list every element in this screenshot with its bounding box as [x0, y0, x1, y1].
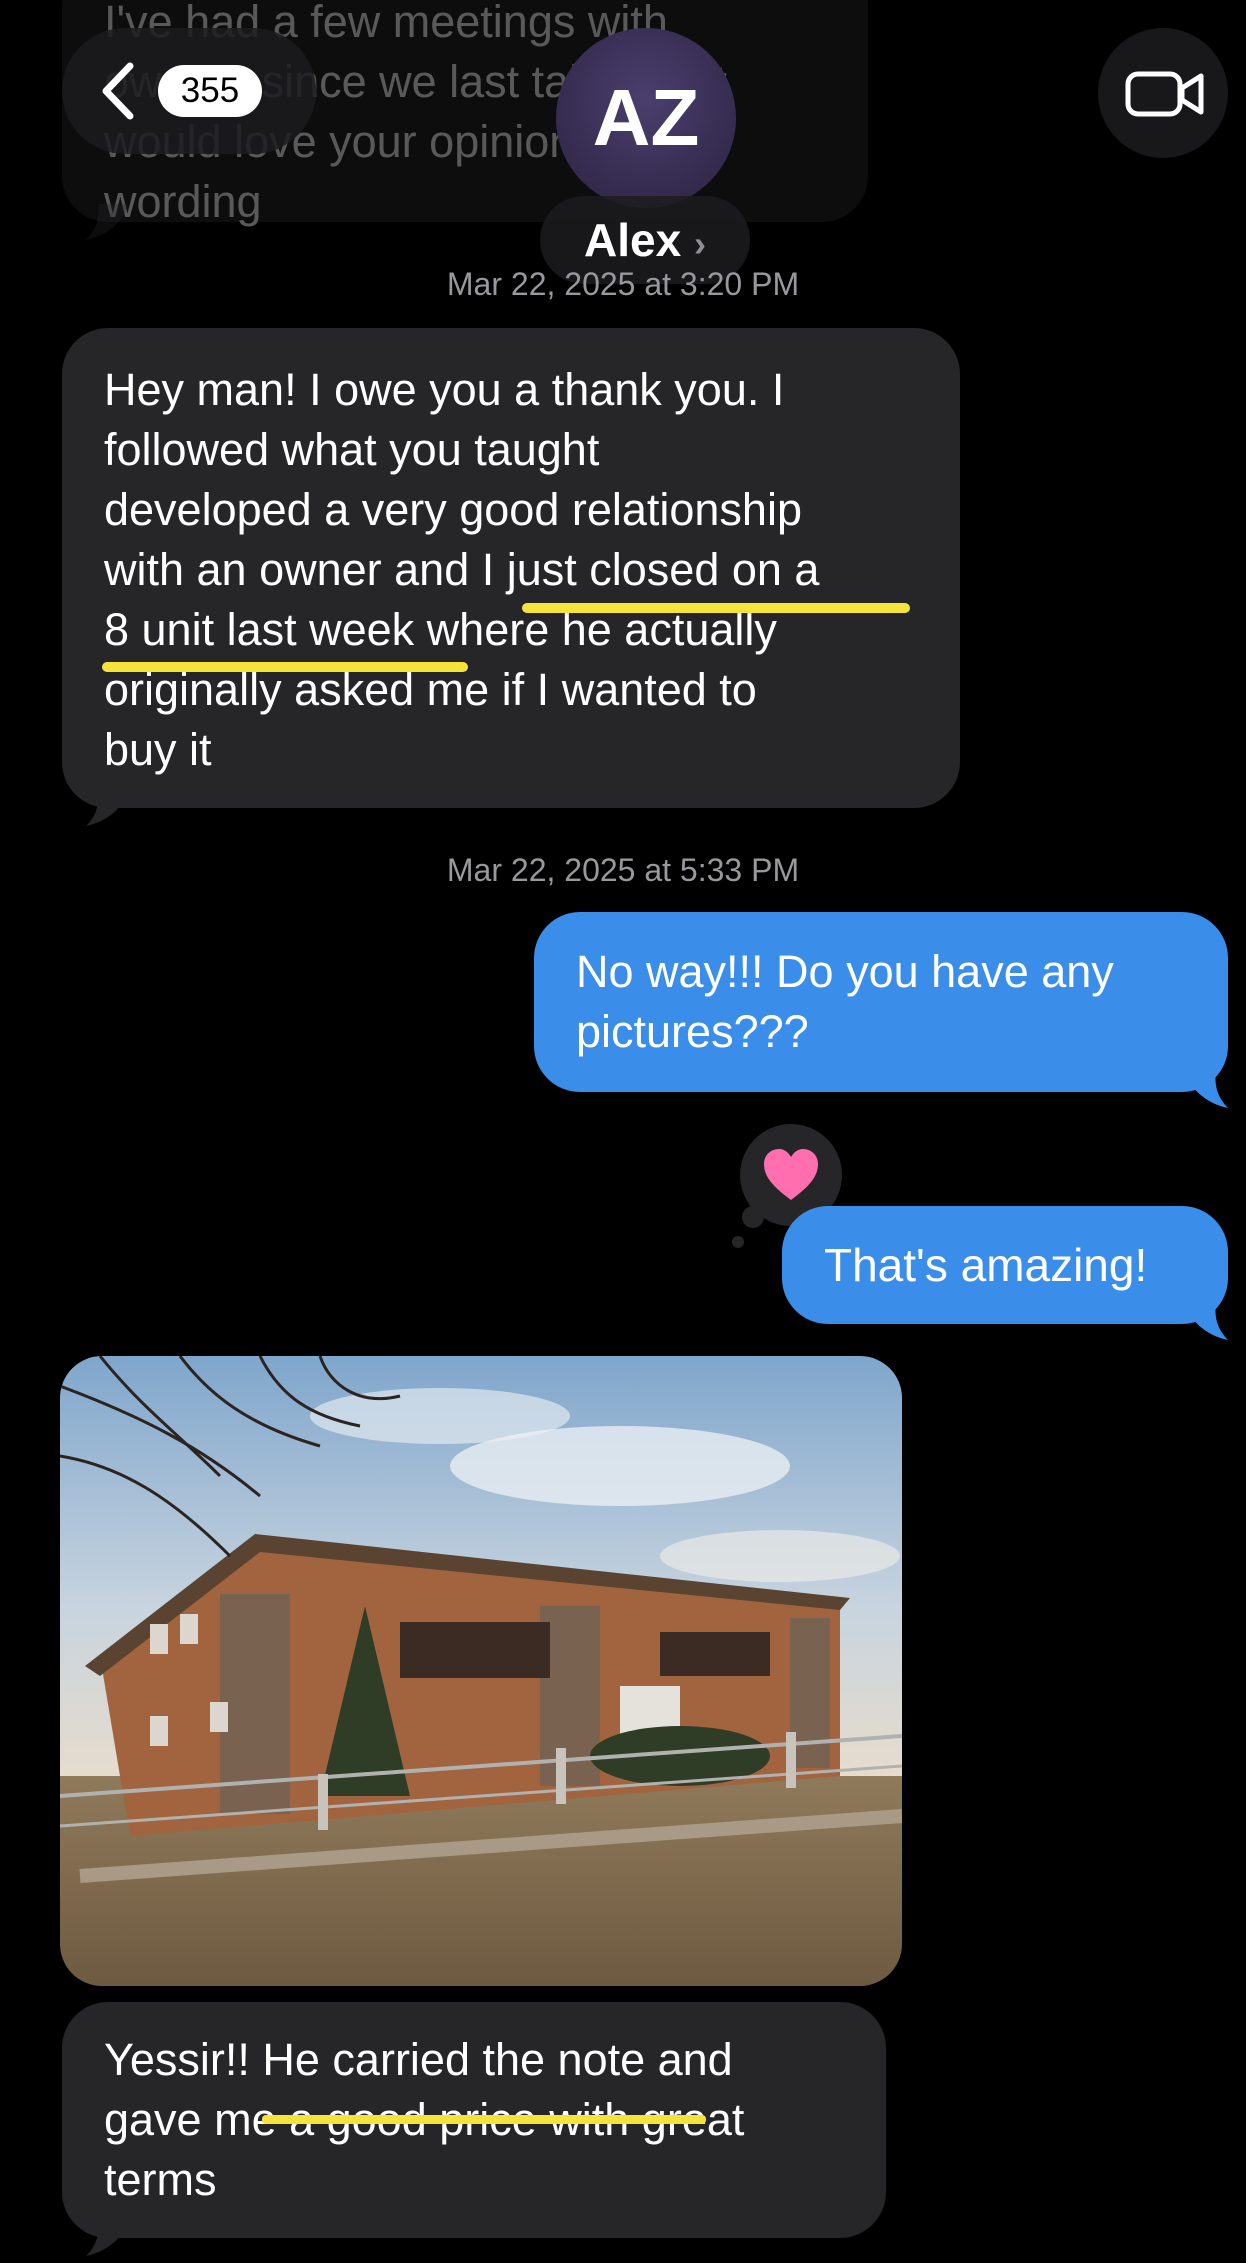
timestamp: Mar 22, 2025 at 5:33 PM: [446, 852, 800, 888]
message-line: developed a very good relationship: [104, 484, 802, 535]
contact-avatar[interactable]: AZ: [556, 28, 736, 208]
message-line: followed what you taught: [104, 424, 600, 475]
message-line: terms: [104, 2154, 217, 2205]
highlight-underline: [522, 603, 910, 613]
bubble-tail: [86, 2220, 128, 2256]
message-line: Yessir!! He carried the note and: [104, 2034, 733, 2085]
unread-count-badge: 355: [158, 65, 262, 117]
highlight-underline: [102, 662, 468, 672]
message-line: Hey man! I owe you a thank you. I: [104, 364, 785, 415]
video-camera-icon: [1125, 71, 1204, 117]
heart-icon: [764, 1149, 818, 1200]
video-call-button[interactable]: [1098, 28, 1228, 158]
building-photo: [60, 1356, 902, 1986]
outgoing-message-bubble[interactable]: No way!!! Do you have any pictures???: [534, 912, 1228, 1092]
message-line: buy it: [104, 724, 212, 775]
message-line: pictures???: [576, 1006, 809, 1057]
bubble-tail: [1186, 1304, 1228, 1340]
incoming-message-bubble[interactable]: Hey man! I owe you a thank you. I follow…: [62, 328, 960, 808]
reaction-dot: [732, 1236, 744, 1248]
outgoing-message-bubble[interactable]: That's amazing!: [782, 1206, 1228, 1324]
chevron-right-icon: ›: [693, 223, 706, 264]
reaction-dot: [742, 1206, 764, 1228]
photo-attachment[interactable]: [60, 1356, 902, 1986]
timestamp: Mar 22, 2025 at 3:20 PM: [446, 266, 800, 302]
contact-name: Alex: [584, 214, 682, 266]
bubble-tail: [86, 790, 128, 826]
chevron-left-icon: [102, 62, 134, 120]
bubble-tail: [1186, 1072, 1228, 1108]
message-text: That's amazing!: [824, 1239, 1148, 1291]
message-line: No way!!! Do you have any: [576, 946, 1114, 997]
message-line: with an owner and I just closed on a: [104, 544, 820, 595]
bubble-tail: [86, 204, 128, 240]
strikethrough-mark: [262, 2115, 706, 2124]
avatar-initials: AZ: [592, 73, 700, 162]
back-button[interactable]: 355: [62, 28, 316, 154]
